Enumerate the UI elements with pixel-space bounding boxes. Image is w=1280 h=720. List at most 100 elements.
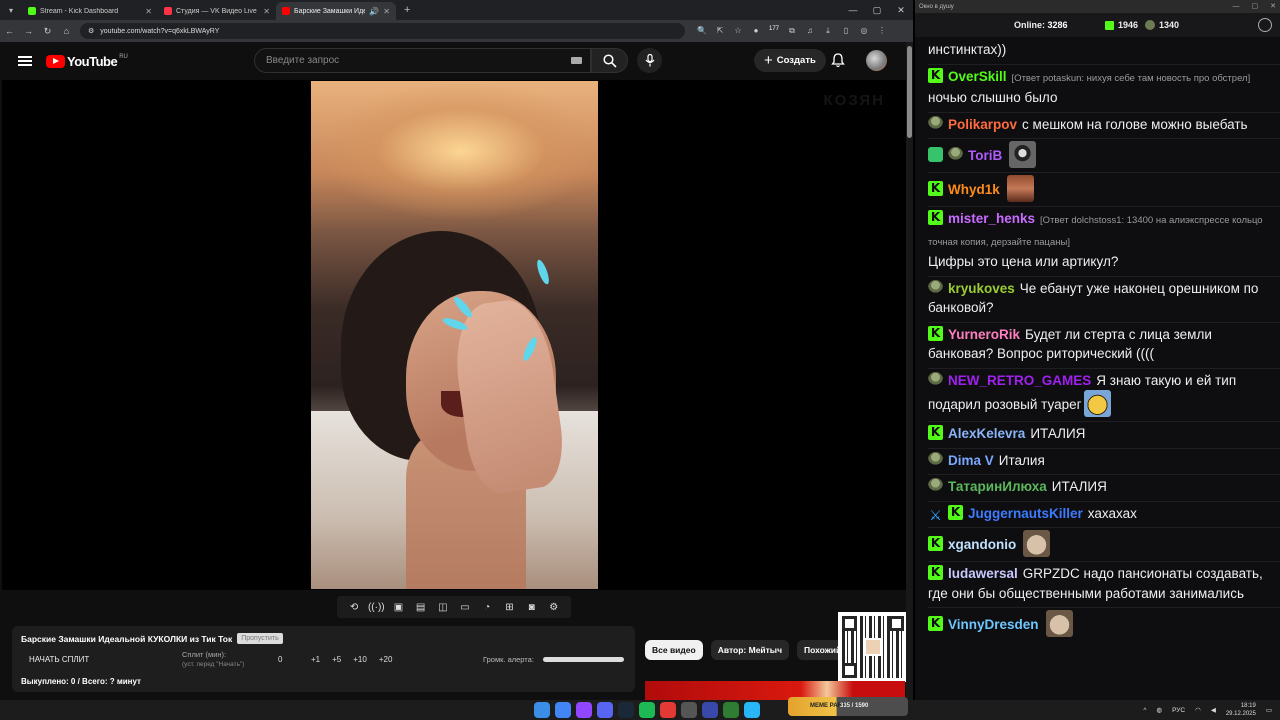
minimize-icon[interactable]: — — [841, 0, 865, 20]
increment-button[interactable]: +20 — [379, 655, 393, 664]
chat-username[interactable]: AlexKelevra — [948, 426, 1025, 441]
create-button[interactable]: + Создать — [754, 49, 826, 72]
loop-icon[interactable]: ⟲ — [345, 602, 363, 613]
chat-username[interactable]: ludawersal — [948, 566, 1018, 581]
chat-username[interactable]: xgandonio — [948, 537, 1016, 552]
menu-icon[interactable]: ⋮ — [873, 26, 891, 36]
hamburger-menu-icon[interactable] — [18, 56, 32, 66]
tab-youtube-video[interactable]: Барские Замашки Идеальн 🔊 ✕ — [276, 2, 396, 20]
chat-username[interactable]: YurneroRik — [948, 327, 1020, 342]
new-tab-button[interactable]: + — [396, 4, 418, 16]
search-input[interactable]: Введите запрос — [254, 48, 591, 73]
address-bar[interactable]: ⚙ youtube.com/watch?v=q6xkLBWAyRY — [80, 23, 685, 39]
home-icon[interactable]: ⌂ — [57, 26, 76, 36]
youtube-logo[interactable]: YouTube RU — [46, 54, 128, 69]
video-frame[interactable] — [311, 81, 598, 589]
close-tab-icon[interactable]: ✕ — [263, 7, 270, 16]
tab-search-button[interactable]: ▾ — [3, 3, 19, 17]
chat-username[interactable]: OverSkill — [948, 69, 1007, 84]
chrome-icon[interactable] — [555, 702, 571, 718]
app-icon[interactable] — [723, 702, 739, 718]
keyboard-icon[interactable] — [571, 57, 582, 64]
speed-icon[interactable]: ◔ — [478, 602, 496, 613]
voice-search-button[interactable] — [637, 48, 662, 73]
reload-icon[interactable]: ↻ — [38, 26, 57, 37]
chat-username[interactable]: mister_henks — [948, 211, 1035, 226]
forward-icon[interactable]: → — [19, 26, 38, 36]
close-tab-icon[interactable]: ✕ — [383, 7, 390, 16]
chat-username[interactable]: ТатаринИлюха — [948, 479, 1047, 494]
notifications-icon[interactable]: ▭ — [1266, 706, 1272, 714]
chip-all-videos[interactable]: Все видео — [645, 640, 703, 660]
chat-username[interactable]: Dima V — [948, 453, 994, 468]
audio-wave-icon[interactable]: ((·)) — [367, 602, 385, 613]
chat-username[interactable]: Whyd1k — [948, 182, 1000, 197]
close-window-icon[interactable]: ✕ — [1270, 0, 1276, 13]
tab-vk-studio[interactable]: Студия — VK Видео Live ✕ — [158, 2, 276, 20]
language-indicator[interactable]: РУС — [1172, 707, 1185, 714]
chat-message-list[interactable]: инстинктах)) OverSkill [Ответ potaskun: ни… — [928, 38, 1280, 641]
maximize-icon[interactable]: ▢ — [1252, 0, 1259, 13]
chat-username[interactable]: ToriB — [968, 148, 1002, 163]
twitch-icon[interactable] — [576, 702, 592, 718]
speaker-icon[interactable]: 🔊 — [369, 7, 379, 16]
miniplayer-icon[interactable]: ◫ — [434, 602, 452, 613]
chat-username[interactable]: kryukoves — [948, 281, 1015, 296]
chip-author[interactable]: Автор: Мейтыч — [710, 640, 790, 660]
watch-later-icon[interactable]: ▣ — [389, 602, 407, 613]
chat-settings-icon[interactable] — [1258, 18, 1272, 32]
extensions-puzzle-icon[interactable]: ⧉ — [783, 26, 801, 36]
volume-icon[interactable]: ◀ — [1211, 706, 1216, 714]
telegram-icon[interactable] — [744, 702, 760, 718]
theater-icon[interactable]: ▭ — [456, 602, 474, 613]
steam-icon[interactable] — [618, 702, 634, 718]
extension-badge[interactable]: 177 — [765, 26, 783, 36]
search-button[interactable] — [591, 48, 628, 73]
site-info-icon[interactable]: ⚙ — [88, 27, 94, 35]
back-icon[interactable]: ← — [0, 26, 19, 36]
screenshot-icon[interactable]: ◙ — [523, 602, 541, 613]
close-tab-icon[interactable]: ✕ — [145, 7, 152, 16]
skip-button[interactable]: Пропустить — [237, 633, 283, 644]
alert-volume-slider[interactable] — [543, 657, 624, 662]
chat-username[interactable]: Polikarpov — [948, 117, 1017, 132]
chat-username[interactable]: VinnyDresden — [948, 617, 1039, 632]
cast-icon[interactable]: ⇱ — [711, 26, 729, 36]
chat-reply-quote[interactable]: [Ответ potaskun: нихуя себе там новость … — [1012, 73, 1251, 84]
increment-button[interactable]: +5 — [332, 655, 341, 664]
tab-kick-dashboard[interactable]: Stream - Kick Dashboard ✕ — [22, 2, 158, 20]
wifi-icon[interactable]: ◠ — [1195, 706, 1201, 714]
profile-icon[interactable]: ◎ — [855, 26, 873, 36]
clapper-icon[interactable]: ▤ — [412, 602, 430, 613]
scrollbar-thumb[interactable] — [907, 46, 912, 138]
account-avatar[interactable] — [866, 50, 887, 71]
extension-icon[interactable]: ● — [747, 26, 765, 36]
video-player[interactable]: КОЗЯН — [2, 80, 907, 590]
page-scrollbar[interactable] — [906, 42, 913, 700]
clock[interactable]: 18:19 29.12.2025 — [1226, 702, 1256, 718]
recorder-icon[interactable] — [660, 702, 676, 718]
minimize-icon[interactable]: — — [1233, 0, 1240, 13]
notifications-bell-icon[interactable] — [831, 53, 845, 73]
media-control-icon[interactable]: ♫ — [801, 26, 819, 36]
increment-button[interactable]: +1 — [311, 655, 320, 664]
zoom-icon[interactable]: 🔍 — [693, 26, 711, 36]
start-split-button[interactable]: НАЧАТЬ СПЛИТ — [29, 655, 89, 664]
windows-start-icon[interactable] — [534, 702, 550, 718]
settings-gear-icon[interactable]: ⚙ — [545, 602, 563, 613]
split-view-icon[interactable]: ▯ — [837, 26, 855, 36]
increment-button[interactable]: +10 — [353, 655, 367, 664]
chat-username[interactable]: NEW_RETRO_GAMES — [948, 373, 1091, 388]
obs-icon[interactable] — [681, 702, 697, 718]
add-clip-icon[interactable]: ⊞ — [500, 602, 518, 613]
discord-icon[interactable] — [597, 702, 613, 718]
tray-overflow-icon[interactable]: ^ — [1143, 707, 1146, 714]
network-icon[interactable]: ◍ — [1156, 706, 1162, 714]
close-window-icon[interactable]: ✕ — [889, 0, 913, 20]
downloads-icon[interactable]: ⤓ — [819, 26, 837, 36]
bookmark-star-icon[interactable]: ☆ — [729, 26, 747, 36]
maximize-icon[interactable]: ▢ — [865, 0, 889, 20]
chat-username[interactable]: JuggernautsKiller — [968, 506, 1083, 521]
media-player-icon[interactable] — [702, 702, 718, 718]
spotify-icon[interactable] — [639, 702, 655, 718]
